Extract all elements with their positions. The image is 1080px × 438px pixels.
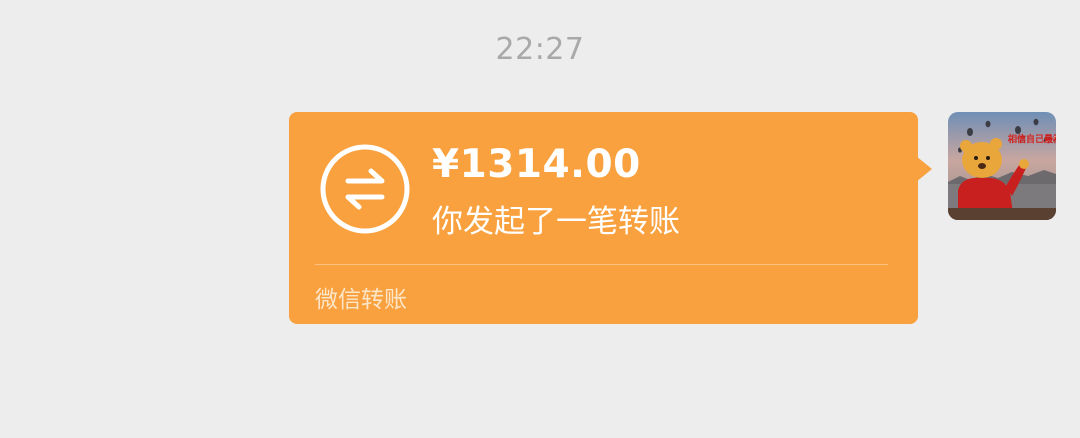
message-timestamp: 22:27 [495, 32, 585, 67]
bubble-tail [916, 156, 932, 182]
avatar-badge-text: 相信自己最棒 [1008, 133, 1056, 145]
transfer-arrows-icon [320, 144, 410, 234]
avatar[interactable]: 相信自己最棒 [948, 112, 1056, 220]
avatar-image: 相信自己最棒 [948, 112, 1056, 220]
transfer-amount: ¥1314.00 [432, 142, 641, 187]
chat-screen: 22:27 ¥1314.00 你发起了一笔转账 微信转账 相信自己最 [0, 0, 1080, 438]
bubble-divider [315, 264, 888, 265]
wechat-transfer-label: 微信转账 [315, 287, 407, 313]
transfer-description: 你发起了一笔转账 [432, 204, 680, 240]
transfer-message-bubble[interactable]: ¥1314.00 你发起了一笔转账 微信转账 [289, 112, 918, 324]
